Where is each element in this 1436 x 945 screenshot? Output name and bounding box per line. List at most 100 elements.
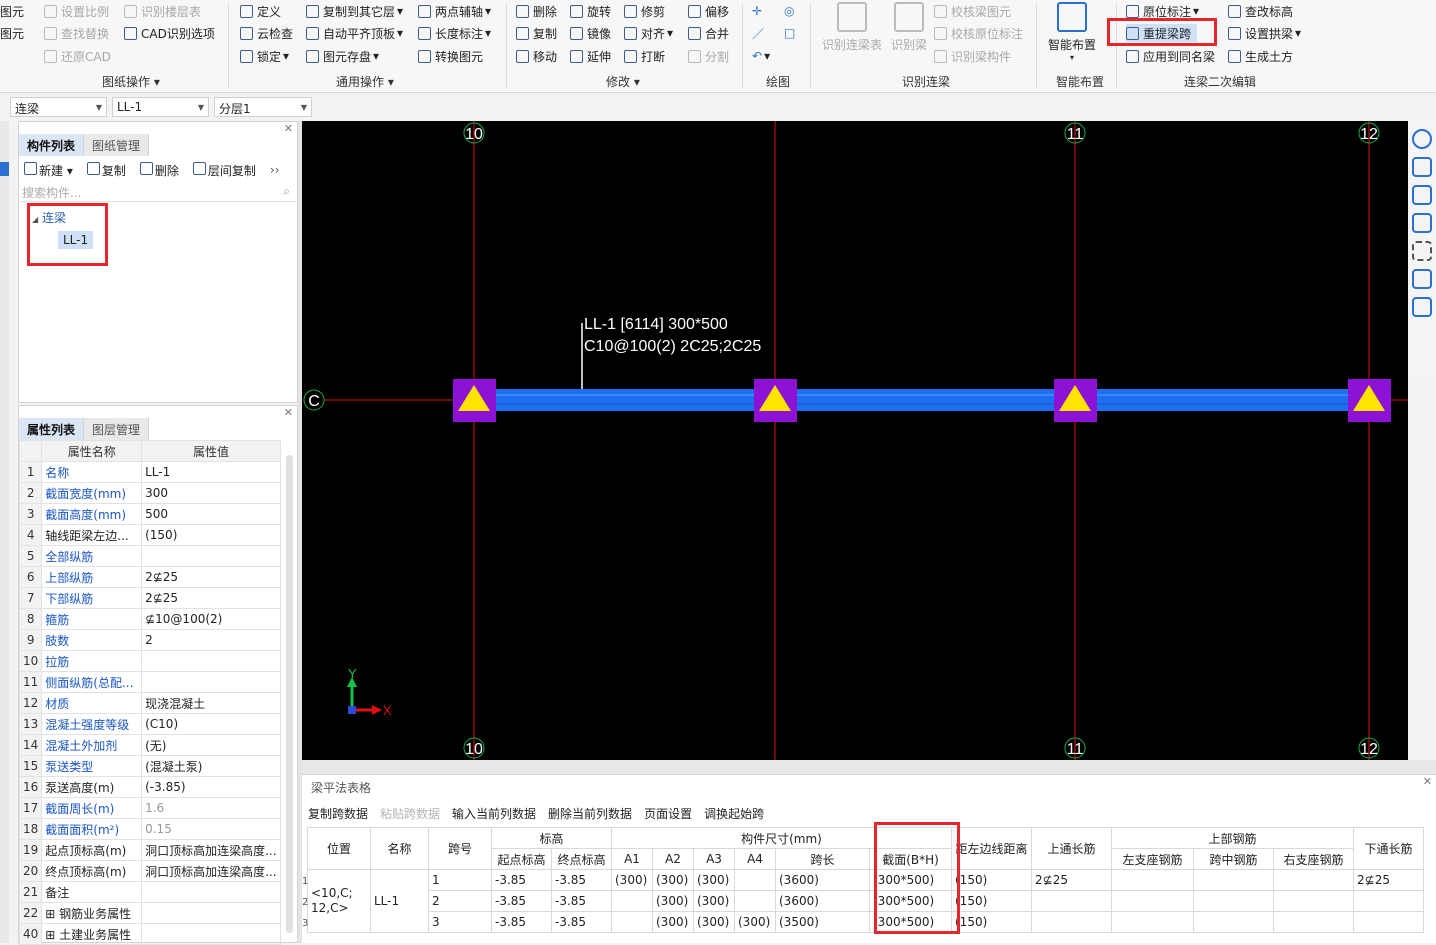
report-icon[interactable] <box>1412 297 1432 317</box>
two-point-axis-button[interactable]: 两点辅轴 ▾ <box>418 2 491 20</box>
cell-span-length[interactable]: (3600) <box>775 869 870 891</box>
cell-start-elev[interactable]: -3.85 <box>491 911 552 933</box>
property-row[interactable]: 20 终点顶标高(m) 洞口顶标高加连梁高度... <box>18 860 281 882</box>
copy-component-button[interactable]: 复制 <box>86 161 126 179</box>
cell-end-elev[interactable]: -3.85 <box>551 911 612 933</box>
cell-a1[interactable] <box>611 890 653 912</box>
paste-span-data-button[interactable]: 粘贴跨数据 <box>380 805 440 822</box>
cell-section[interactable]: (300*500) <box>869 890 952 912</box>
apply-same-name-beam-button[interactable]: 应用到同名梁 <box>1126 47 1215 65</box>
in-place-annotation-button[interactable]: 原位标注 ▾ <box>1126 2 1199 20</box>
category-select[interactable]: 连梁 ▼ <box>10 97 107 117</box>
property-value[interactable]: 洞口顶标高加连梁高度... <box>141 860 281 882</box>
dock-tab[interactable] <box>0 162 9 176</box>
cell-a4[interactable] <box>734 890 776 912</box>
tab-component-list[interactable]: 构件列表 <box>19 134 85 156</box>
column-marker[interactable] <box>1348 379 1391 422</box>
set-scale-button[interactable]: 设置比例 <box>44 2 109 20</box>
property-value[interactable]: (无) <box>141 734 281 756</box>
property-value[interactable]: ⊈10@100(2) <box>141 608 281 630</box>
cell-dist-left[interactable]: (150) <box>951 911 1032 933</box>
close-icon[interactable]: ✕ <box>284 122 293 135</box>
delete-column-data-button[interactable]: 删除当前列数据 <box>548 805 632 822</box>
cell-a4[interactable] <box>734 869 776 891</box>
property-row[interactable]: 7 下部纵筋 2⊈25 <box>18 587 281 609</box>
merge-button[interactable]: 合并 <box>688 24 729 42</box>
property-value[interactable]: 2 <box>141 629 281 651</box>
arc-draw-button[interactable]: ↶ ▾ <box>752 47 770 65</box>
cell-a4[interactable]: (300) <box>734 911 776 933</box>
recognize-floor-table-button[interactable]: 识别楼层表 <box>124 2 201 20</box>
smart-layout-button[interactable]: 智能布置 ▾ <box>1044 2 1100 62</box>
property-value[interactable] <box>141 671 281 693</box>
trim-button[interactable]: 修剪 <box>624 2 665 20</box>
cell-span[interactable]: 2 <box>428 890 492 912</box>
3d-view-icon[interactable] <box>1412 157 1432 177</box>
property-row[interactable]: 17 截面周长(m) 1.6 <box>18 797 281 819</box>
new-button[interactable]: 新建 ▾ <box>24 161 73 179</box>
property-row[interactable]: 18 截面面积(m²) 0.15 <box>18 818 281 840</box>
fit-view-icon[interactable] <box>1412 241 1432 261</box>
property-row[interactable]: 6 上部纵筋 2⊈25 <box>18 566 281 588</box>
cell-dist-left[interactable]: (150) <box>951 869 1032 891</box>
cell-position[interactable]: <10,C; 12,C> <box>307 869 371 933</box>
table-row[interactable]: <10,C; 12,C> LL-1 1 -3.85 -3.85 (300) (300) (30… <box>307 869 1424 933</box>
convert-element-button[interactable]: 转换图元 <box>418 47 483 65</box>
cell-section[interactable]: (300*500) <box>869 869 952 891</box>
cell-bottom-through[interactable] <box>1353 890 1424 912</box>
cube-view-icon[interactable] <box>1412 213 1432 233</box>
property-value[interactable]: 现浇混凝土 <box>141 692 281 714</box>
cell-a1[interactable]: (300) <box>611 869 653 891</box>
property-row[interactable]: 11 侧面纵筋(总配... <box>18 671 281 693</box>
cell-mid-span[interactable] <box>1193 890 1274 912</box>
edit-elevation-button[interactable]: 查改标高 <box>1228 2 1293 20</box>
column-marker[interactable] <box>754 379 797 422</box>
property-row[interactable]: 22 ⊞ 钢筋业务属性 <box>18 902 281 924</box>
circle-draw-button[interactable]: ◎ <box>784 2 794 20</box>
property-row[interactable]: 40 ⊞ 土建业务属性 <box>18 923 281 945</box>
recognize-beam-button[interactable]: 识别梁 <box>888 2 930 53</box>
cell-right-support[interactable] <box>1273 869 1354 891</box>
break-button[interactable]: 打断 <box>624 47 665 65</box>
property-row[interactable]: 13 混凝土强度等级 (C10) <box>18 713 281 735</box>
cell-end-elev[interactable]: -3.85 <box>551 869 612 891</box>
cell-a2[interactable]: (300) <box>652 890 694 912</box>
cell-right-support[interactable] <box>1273 890 1354 912</box>
property-scrollbar[interactable] <box>286 455 293 933</box>
cell-left-support[interactable] <box>1111 911 1194 933</box>
cell-dist-left[interactable]: (150) <box>951 890 1032 912</box>
property-row[interactable]: 12 材质 现浇混凝土 <box>18 692 281 714</box>
rect-draw-button[interactable]: □ <box>784 24 795 42</box>
cell-left-support[interactable] <box>1111 869 1194 891</box>
re-extract-span-button[interactable]: 重提梁跨 <box>1126 24 1198 42</box>
cloud-check-button[interactable]: 云检查 <box>240 24 293 42</box>
property-row[interactable]: 16 泵送高度(m) (-3.85) <box>18 776 281 798</box>
drawing-canvas[interactable]: LL-1 [6114] 300*500 C10@100(2) 2C25;2C25… <box>302 121 1408 760</box>
property-row[interactable]: 9 肢数 2 <box>18 629 281 651</box>
cell-mid-span[interactable] <box>1193 869 1274 891</box>
tree-item-ll1[interactable]: LL-1 <box>58 231 94 249</box>
split-button[interactable]: 分割 <box>688 47 729 65</box>
cell-section[interactable]: (300*500) <box>869 911 952 933</box>
cell-a3[interactable]: (300) <box>693 869 735 891</box>
close-icon[interactable]: ✕ <box>284 406 293 419</box>
move-button[interactable]: 移动 <box>516 47 557 65</box>
copy-button[interactable]: 复制 <box>516 24 557 42</box>
property-row[interactable]: 3 截面高度(mm) 500 <box>18 503 281 525</box>
line-draw-button[interactable]: ／ <box>752 24 764 42</box>
rotate-button[interactable]: 旋转 <box>570 2 611 20</box>
cell-a2[interactable]: (300) <box>652 869 694 891</box>
find-replace-button[interactable]: 查找替换 <box>44 24 109 42</box>
length-dimension-button[interactable]: 长度标注 ▾ <box>418 24 491 42</box>
align-button[interactable]: 对齐 ▾ <box>624 24 673 42</box>
ribbon-item[interactable]: 图元 <box>0 2 24 20</box>
cell-mid-span[interactable] <box>1193 911 1274 933</box>
cube-select-icon[interactable] <box>1412 269 1432 289</box>
table-row[interactable]: 3 -3.85 -3.85 (300) (300) (300) (3500) (300*500… <box>308 911 1424 933</box>
cad-recognize-options-button[interactable]: CAD识别选项 <box>124 24 215 42</box>
delete-component-button[interactable]: 删除 <box>139 161 179 179</box>
extend-button[interactable]: 延伸 <box>570 47 611 65</box>
tree-parent[interactable]: ◢ 连梁 <box>32 209 66 226</box>
mirror-button[interactable]: 镜像 <box>570 24 611 42</box>
tab-drawing-management[interactable]: 图纸管理 <box>84 134 150 156</box>
